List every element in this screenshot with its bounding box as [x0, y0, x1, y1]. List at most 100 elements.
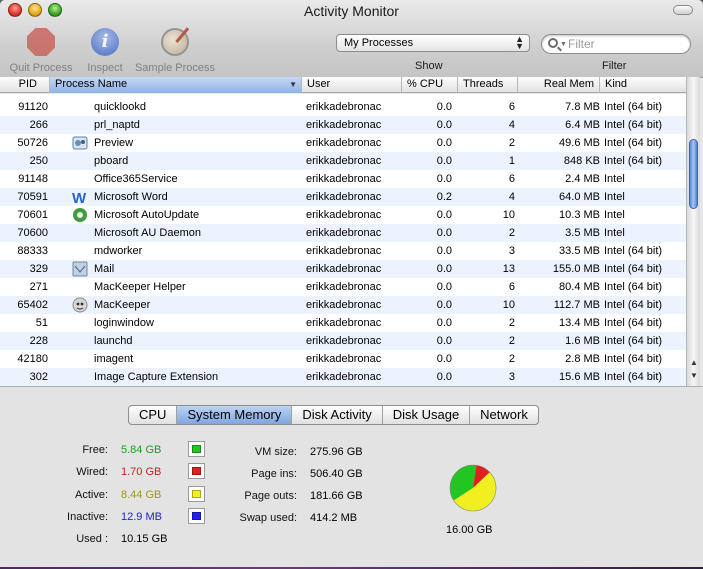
process-name-header-label: Process Name — [55, 78, 128, 90]
free-color-swatch[interactable] — [188, 441, 205, 457]
column-header-pid[interactable]: PID — [0, 77, 50, 93]
table-row[interactable]: 91120 quicklookd erikkadebronac 0.0 6 7.8 MB I… — [0, 98, 686, 116]
pid-cell: 50726 — [17, 137, 48, 149]
wired-color-chip — [192, 467, 201, 475]
kind-cell: Intel (64 bit) — [604, 263, 663, 275]
column-header-kind[interactable]: Kind — [600, 77, 686, 93]
wired-value: 1.70 GB — [121, 466, 162, 478]
process-name-cell: Microsoft AU Daemon — [94, 227, 201, 239]
column-header-real-mem[interactable]: Real Mem — [518, 77, 600, 93]
column-header-cpu[interactable]: % CPU — [402, 77, 458, 93]
scroll-up-arrow-icon[interactable]: ▲ — [690, 358, 698, 367]
threads-cell: 2 — [508, 335, 515, 347]
kind-cell: Intel — [604, 191, 625, 203]
user-cell: erikkadebronac — [306, 119, 382, 131]
table-row[interactable]: 65402 MacKeeper erikkadebronac 0.0 10 112.7 M… — [0, 296, 686, 314]
pid-cell: 70600 — [17, 227, 48, 239]
process-name-cell: Image Capture Extension — [94, 371, 219, 383]
kind-cell: Intel (64 bit) — [604, 335, 663, 347]
user-cell: erikkadebronac — [306, 155, 382, 167]
process-list[interactable]: 91120 quicklookd erikkadebronac 0.0 6 7.8 MB I… — [0, 94, 686, 386]
real-mem-cell: 49.6 MB — [559, 137, 600, 149]
inactive-color-swatch[interactable] — [188, 508, 205, 524]
kind-cell: Intel — [604, 173, 625, 185]
user-cell: erikkadebronac — [306, 137, 382, 149]
table-row[interactable]: 228 launchd erikkadebronac 0.0 2 1.6 MB Intel … — [0, 332, 686, 350]
wired-color-swatch[interactable] — [188, 463, 205, 479]
real-mem-cell: 33.5 MB — [559, 245, 600, 257]
preview-icon — [72, 135, 88, 151]
svg-text:W: W — [72, 190, 87, 205]
threads-cell: 13 — [502, 263, 515, 275]
inactive-color-chip — [192, 512, 201, 520]
scrollbar-thumb[interactable] — [689, 139, 698, 209]
table-row[interactable]: 70591 Microsoft Word erikkadebronac 0.2 4 64.… — [0, 188, 686, 206]
user-header-label: User — [307, 78, 331, 90]
cpu-cell: 0.0 — [436, 227, 452, 239]
pid-cell: 302 — [29, 371, 48, 383]
page-ins-label: Page ins: — [251, 468, 297, 480]
table-row[interactable]: 42180 imagent erikkadebronac 0.0 2 2.8 MB Inte… — [0, 350, 686, 368]
cpu-cell: 0.0 — [436, 335, 452, 347]
free-label: Free: — [82, 444, 108, 456]
cpu-cell: 0.2 — [436, 191, 452, 203]
pid-cell: 266 — [29, 119, 48, 131]
scroll-down-arrow-icon[interactable]: ▼ — [690, 371, 698, 380]
active-label: Active: — [74, 489, 108, 501]
search-menu-caret-icon[interactable]: ▼ — [560, 41, 567, 48]
active-color-swatch[interactable] — [188, 486, 205, 502]
pid-cell: 70591 — [17, 191, 48, 203]
table-row[interactable]: 50726 Preview erikkadebronac 0.0 2 49.6 MB Int… — [0, 134, 686, 152]
used-value: 10.15 GB — [121, 533, 168, 545]
tab-disk-activity[interactable]: Disk Activity — [292, 406, 383, 424]
user-cell: erikkadebronac — [306, 335, 382, 347]
process-list-scrollbar[interactable]: ▲ ▼ — [686, 77, 700, 386]
real-mem-cell: 10.3 MB — [559, 209, 600, 221]
cpu-cell: 0.0 — [436, 209, 452, 221]
table-row[interactable]: 266 prl_naptd erikkadebronac 0.0 4 6.4 MB Inte… — [0, 116, 686, 134]
pid-cell: 91120 — [18, 101, 48, 113]
table-row[interactable]: 51 loginwindow erikkadebronac 0.0 2 13.4 MB In… — [0, 314, 686, 332]
table-row[interactable]: 271 MacKeeper Helper erikkadebronac 0.0 6 80.… — [0, 278, 686, 296]
toolbar-toggle-button[interactable] — [673, 5, 693, 15]
user-cell: erikkadebronac — [306, 299, 382, 311]
memory-pie-chart — [449, 464, 497, 512]
stop-sign-icon — [27, 28, 55, 56]
cpu-cell: 0.0 — [436, 371, 452, 383]
process-name-cell: imagent — [94, 353, 134, 365]
tab-network[interactable]: Network — [470, 406, 538, 424]
table-row[interactable]: 329 Mail erikkadebronac 0.0 13 155.0 MB Intel … — [0, 260, 686, 278]
filter-field[interactable]: ▼ — [541, 34, 691, 54]
column-header-user[interactable]: User — [302, 77, 402, 93]
tab-disk-usage[interactable]: Disk Usage — [383, 406, 471, 424]
show-processes-select[interactable]: My Processes ▲ ▼ — [336, 34, 530, 52]
cpu-cell: 0.0 — [436, 299, 452, 311]
table-row[interactable]: 70600 Microsoft AU Daemon erikkadebronac 0.… — [0, 224, 686, 242]
filter-input[interactable] — [568, 36, 686, 52]
column-header-process-name[interactable]: Process Name ▼ — [50, 77, 302, 93]
table-row[interactable]: 91148 Office365Service erikkadebronac 0.0 6 2… — [0, 170, 686, 188]
process-name-cell: MacKeeper — [94, 299, 151, 311]
table-row[interactable]: 70601 Microsoft AutoUpdate erikkadebronac 0… — [0, 206, 686, 224]
table-row[interactable]: 88333 mdworker erikkadebronac 0.0 3 33.5 MB In… — [0, 242, 686, 260]
quit-process-button[interactable]: Quit Process — [6, 26, 76, 74]
threads-cell: 3 — [508, 371, 515, 383]
threads-cell: 6 — [508, 173, 515, 185]
tab-system-memory[interactable]: System Memory — [177, 406, 293, 424]
user-cell: erikkadebronac — [306, 173, 382, 185]
active-color-chip — [192, 490, 201, 498]
threads-cell: 3 — [508, 245, 515, 257]
column-header-threads[interactable]: Threads — [458, 77, 518, 93]
activity-monitor-window: Activity Monitor Quit Process i Inspect … — [0, 0, 703, 567]
table-row[interactable]: 250 pboard erikkadebronac 0.0 1 848 KB Intel (… — [0, 152, 686, 170]
table-row[interactable]: 302 Image Capture Extension erikkadebronac… — [0, 368, 686, 386]
inspect-button[interactable]: i Inspect — [82, 26, 128, 74]
inactive-value: 12.9 MB — [121, 511, 162, 523]
tab-cpu[interactable]: CPU — [129, 406, 178, 424]
kind-cell: Intel (64 bit) — [604, 155, 663, 167]
real-mem-cell: 6.4 MB — [565, 119, 600, 131]
threads-header-label: Threads — [463, 78, 504, 90]
pid-cell: 42180 — [17, 353, 48, 365]
real-mem-cell: 15.6 MB — [559, 371, 600, 383]
sample-process-button[interactable]: Sample Process — [132, 26, 218, 74]
